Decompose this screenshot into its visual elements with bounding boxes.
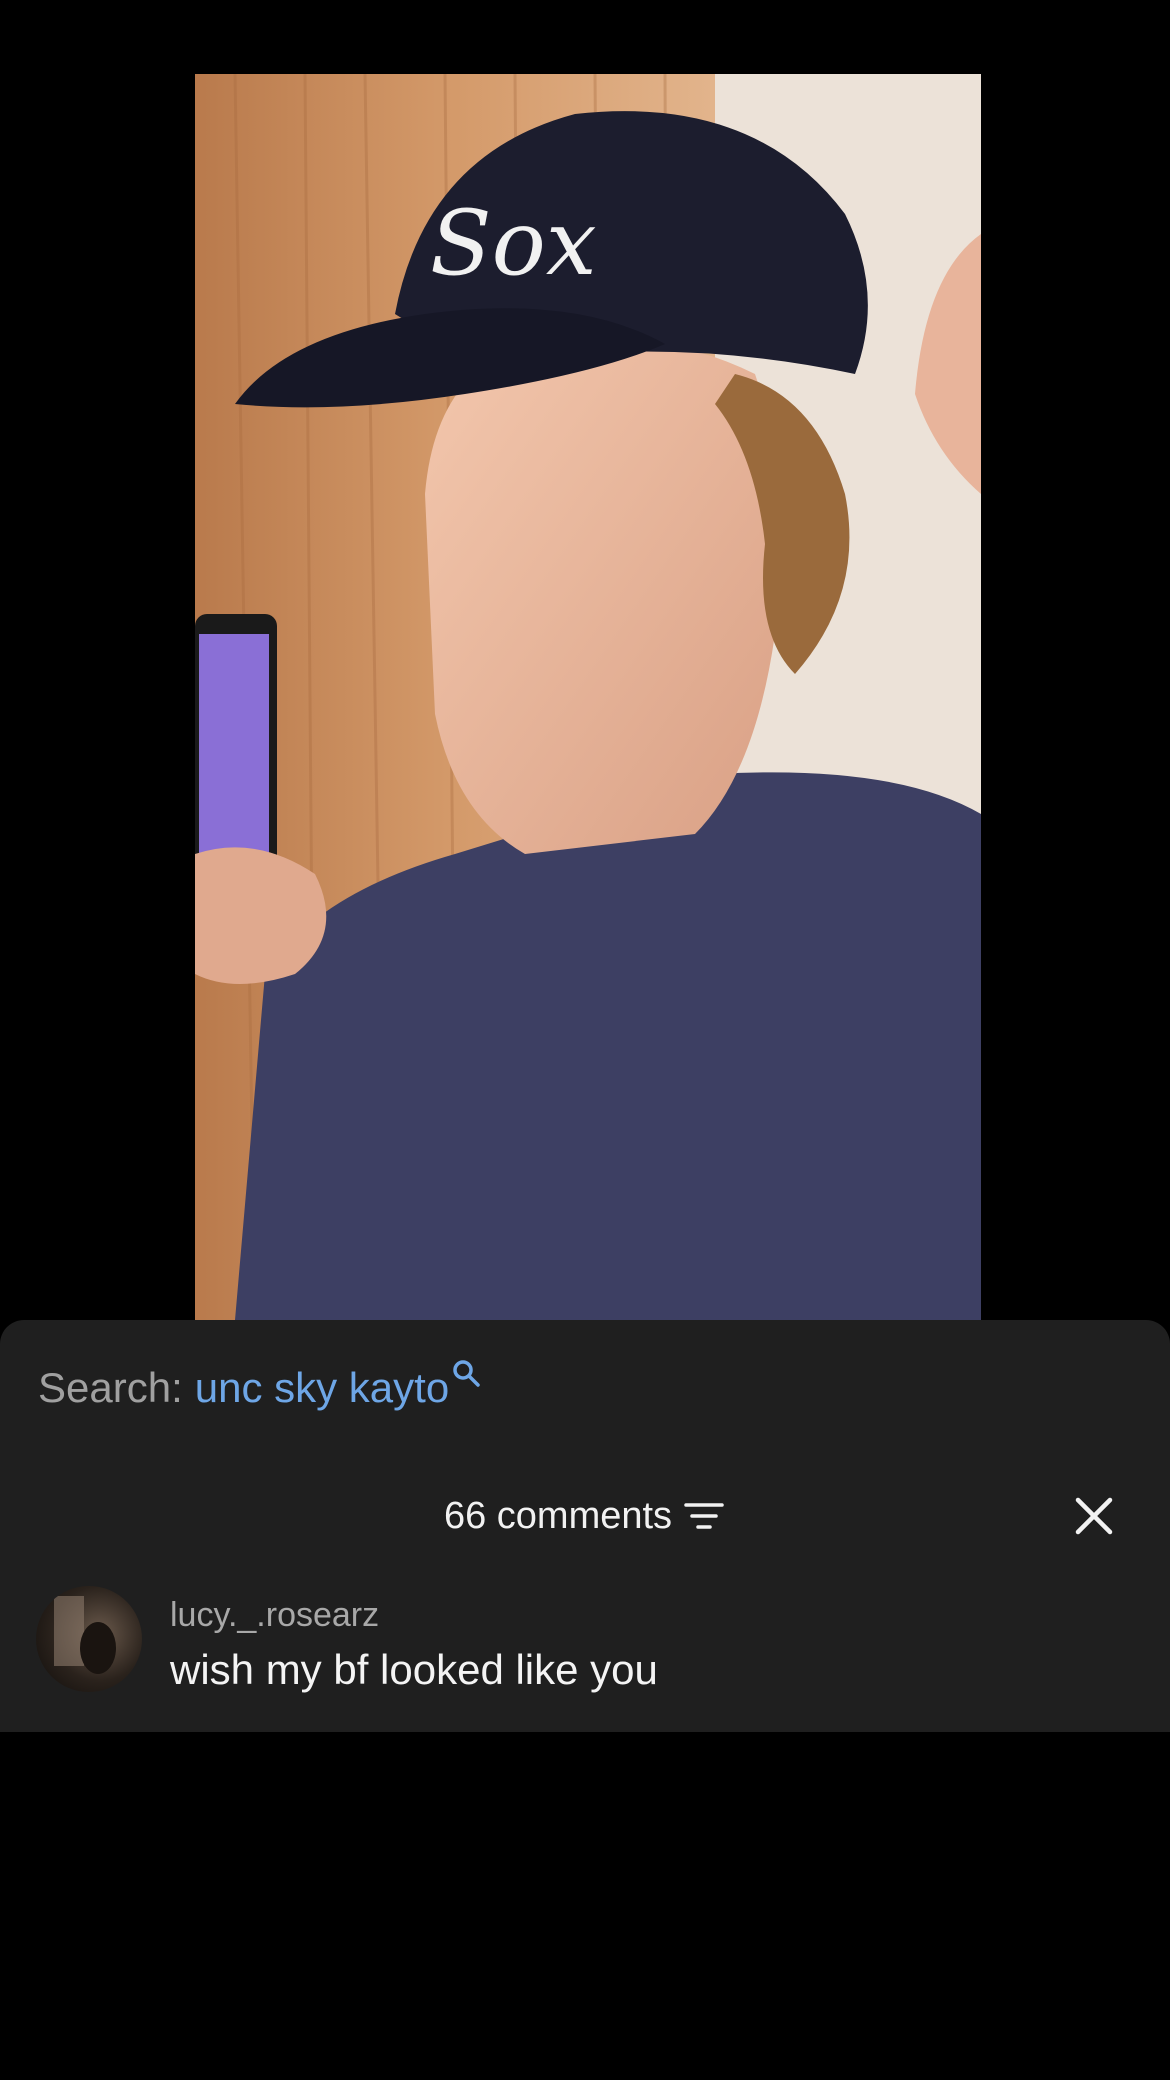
comments-header: 66 comments [0, 1486, 1170, 1546]
comments-count: 66 comments [443, 1494, 673, 1537]
comment-username[interactable]: lucy._.rosearz [170, 1596, 379, 1635]
comments-title[interactable]: 66 comments [0, 1486, 1170, 1546]
close-icon [1075, 1497, 1113, 1535]
search-prefix: Search: [38, 1364, 183, 1411]
video-image: Sox [195, 74, 981, 1320]
filter-icon[interactable] [682, 1496, 726, 1536]
comment-item[interactable]: lucy._.rosearz wish my bf looked like yo… [36, 1586, 1136, 1706]
comment-text: wish my bf looked like you [170, 1646, 658, 1693]
search-suggestion[interactable]: Search: unc sky kayto [38, 1360, 481, 1412]
search-query-link[interactable]: unc sky kayto [195, 1364, 449, 1412]
video-frame[interactable]: Sox [195, 74, 981, 1320]
svg-text:Sox: Sox [430, 191, 597, 296]
close-button[interactable] [1068, 1490, 1120, 1542]
avatar[interactable] [36, 1586, 142, 1692]
comments-sheet: Search: unc sky kayto 66 comments lucy._… [0, 1320, 1170, 1732]
search-icon [451, 1350, 481, 1387]
